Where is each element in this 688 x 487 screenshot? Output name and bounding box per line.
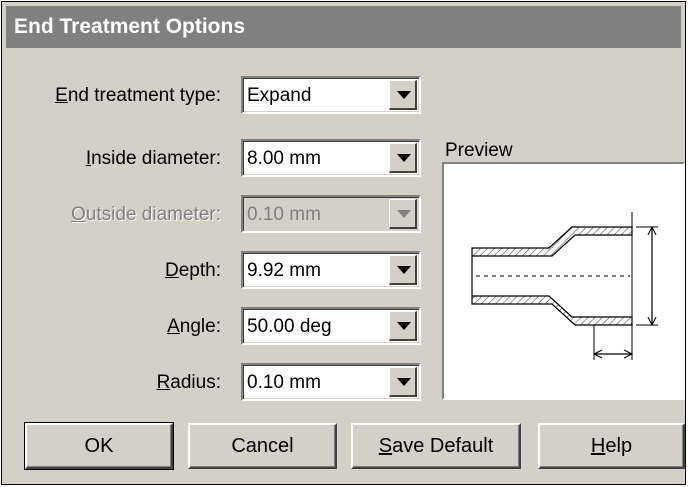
- depth-label: Depth:: [165, 260, 221, 282]
- tube-wall-top: [471, 226, 633, 257]
- label-text: ngle:: [179, 316, 221, 337]
- radius-combo[interactable]: 0.10 mm: [241, 363, 421, 401]
- label-text: nside diameter:: [91, 148, 221, 169]
- mnemonic: H: [590, 435, 606, 457]
- outside-diameter-value: 0.10 mm: [247, 204, 321, 225]
- chevron-down-icon: [397, 322, 411, 330]
- preview-panel: [442, 162, 685, 400]
- outside-diameter-combo: 0.10 mm: [241, 195, 421, 233]
- save-default-button[interactable]: Save Default: [351, 423, 521, 469]
- chevron-down-icon: [397, 91, 411, 99]
- angle-combo[interactable]: 50.00 deg: [241, 307, 421, 345]
- tube-wall-bottom: [471, 295, 633, 326]
- angle-label: Angle:: [167, 316, 221, 338]
- end-treatment-type-select[interactable]: Expand: [241, 76, 421, 114]
- depth-dropdown-button[interactable]: [389, 255, 417, 285]
- mnemonic: A: [167, 316, 180, 337]
- label-text: utside diameter:: [85, 204, 221, 225]
- inside-diameter-dropdown-button[interactable]: [389, 143, 417, 173]
- radius-value: 0.10 mm: [247, 372, 321, 393]
- chevron-down-icon: [397, 210, 411, 218]
- end-treatment-type-value: Expand: [247, 85, 312, 106]
- label-text: nd treatment type:: [67, 85, 221, 106]
- button-label: elp: [605, 435, 633, 457]
- depth-combo[interactable]: 9.92 mm: [241, 251, 421, 289]
- label-text: adius:: [170, 372, 221, 393]
- mnemonic: E: [55, 85, 68, 106]
- angle-dropdown-button[interactable]: [389, 311, 417, 341]
- ok-button[interactable]: OK: [24, 422, 174, 470]
- angle-value: 50.00 deg: [247, 316, 332, 337]
- mnemonic: O: [71, 204, 86, 225]
- end-treatment-type-label: End treatment type:: [55, 85, 221, 107]
- chevron-down-icon: [397, 154, 411, 162]
- outside-diameter-dropdown-button: [389, 199, 417, 229]
- cancel-button[interactable]: Cancel: [188, 423, 337, 469]
- mnemonic: D: [165, 260, 179, 281]
- radius-dropdown-button[interactable]: [389, 367, 417, 397]
- preview-label: Preview: [445, 140, 513, 161]
- end-treatment-dialog: End Treatment Options End treatment type…: [1, 1, 686, 485]
- chevron-down-icon: [397, 378, 411, 386]
- end-treatment-type-dropdown-button[interactable]: [389, 80, 417, 110]
- tube-expand-diagram: [471, 212, 658, 360]
- inside-diameter-value: 8.00 mm: [247, 148, 321, 169]
- depth-value: 9.92 mm: [247, 260, 321, 281]
- mnemonic: R: [156, 372, 171, 393]
- dialog-title: End Treatment Options: [6, 6, 681, 48]
- inside-diameter-combo[interactable]: 8.00 mm: [241, 139, 421, 177]
- help-button[interactable]: Help: [538, 423, 685, 469]
- inside-diameter-label: Inside diameter:: [86, 148, 221, 170]
- button-label: ave Default: [392, 435, 494, 457]
- label-text: epth:: [178, 260, 221, 281]
- chevron-down-icon: [397, 266, 411, 274]
- outside-diameter-label: Outside diameter:: [71, 204, 221, 226]
- radius-label: Radius:: [157, 372, 221, 394]
- mnemonic: S: [378, 435, 393, 457]
